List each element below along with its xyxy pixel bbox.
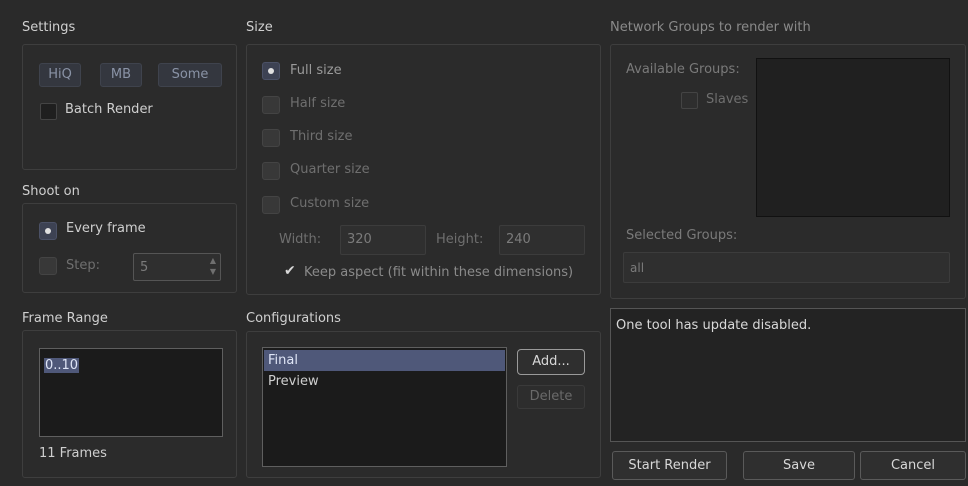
quarter-size-label: Quarter size [290,162,370,177]
delete-config-button[interactable]: Delete [517,385,585,409]
network-title: Network Groups to render with [610,20,811,35]
half-size-label: Half size [290,96,346,111]
slaves-label: Slaves [706,92,749,107]
settings-title: Settings [22,20,76,35]
frame-range-textbox[interactable]: 0..10 [39,348,223,437]
slaves-checkbox[interactable] [681,92,698,109]
checkmark-icon[interactable]: ✔ [284,263,296,279]
available-groups-list[interactable] [756,58,950,217]
spin-up-icon[interactable]: ▲ [210,257,216,265]
selected-groups-label: Selected Groups: [626,228,738,243]
start-render-button[interactable]: Start Render [612,451,727,480]
full-size-label: Full size [290,63,342,78]
hiq-button[interactable]: HiQ [39,63,81,87]
third-size-label: Third size [290,129,353,144]
every-frame-label: Every frame [66,221,146,236]
frame-range-value: 0..10 [44,358,80,373]
config-item-final[interactable]: Final [264,350,505,371]
shoot-on-title: Shoot on [22,184,80,199]
third-size-radio[interactable] [262,129,280,147]
save-button[interactable]: Save [743,451,855,480]
size-group: Full size Half size Third size Quarter s… [246,44,601,295]
configurations-title: Configurations [246,311,341,326]
step-spinbox[interactable]: 5 ▲ ▼ [133,253,221,281]
custom-size-radio[interactable] [262,196,280,214]
keep-aspect-label: Keep aspect (fit within these dimensions… [304,265,574,280]
height-input[interactable]: 240 [499,225,585,255]
width-input[interactable]: 320 [340,225,426,255]
batch-render-checkbox[interactable] [40,103,57,120]
configurations-group: Final Preview Add... Delete [246,331,601,478]
status-message-box: One tool has update disabled. [610,308,966,442]
spin-down-icon[interactable]: ▼ [210,268,216,276]
available-groups-label: Available Groups: [626,62,740,77]
quarter-size-radio[interactable] [262,162,280,180]
shoot-on-group: Every frame Step: 5 ▲ ▼ [22,203,237,293]
selected-groups-input[interactable]: all [623,252,950,283]
full-size-radio[interactable] [262,62,280,80]
status-message: One tool has update disabled. [616,318,812,333]
every-frame-radio[interactable] [39,222,57,240]
width-label: Width: [279,232,322,247]
step-radio[interactable] [39,257,57,275]
batch-render-label: Batch Render [65,102,153,117]
config-item-preview[interactable]: Preview [268,374,319,389]
step-value: 5 [140,260,149,275]
step-label: Step: [66,258,100,273]
frame-count: 11 Frames [39,446,107,461]
height-label: Height: [436,232,484,247]
network-group: Available Groups: Slaves Selected Groups… [610,44,966,299]
some-button[interactable]: Some [158,63,222,87]
configurations-list[interactable]: Final Preview [262,347,507,467]
half-size-radio[interactable] [262,96,280,114]
frame-range-title: Frame Range [22,311,108,326]
size-title: Size [246,20,273,35]
settings-group: HiQ MB Some Batch Render [22,44,237,170]
mb-button[interactable]: MB [100,63,142,87]
cancel-button[interactable]: Cancel [860,451,966,480]
add-config-button[interactable]: Add... [517,349,585,375]
frame-range-group: 0..10 11 Frames [22,330,237,478]
custom-size-label: Custom size [290,196,370,211]
